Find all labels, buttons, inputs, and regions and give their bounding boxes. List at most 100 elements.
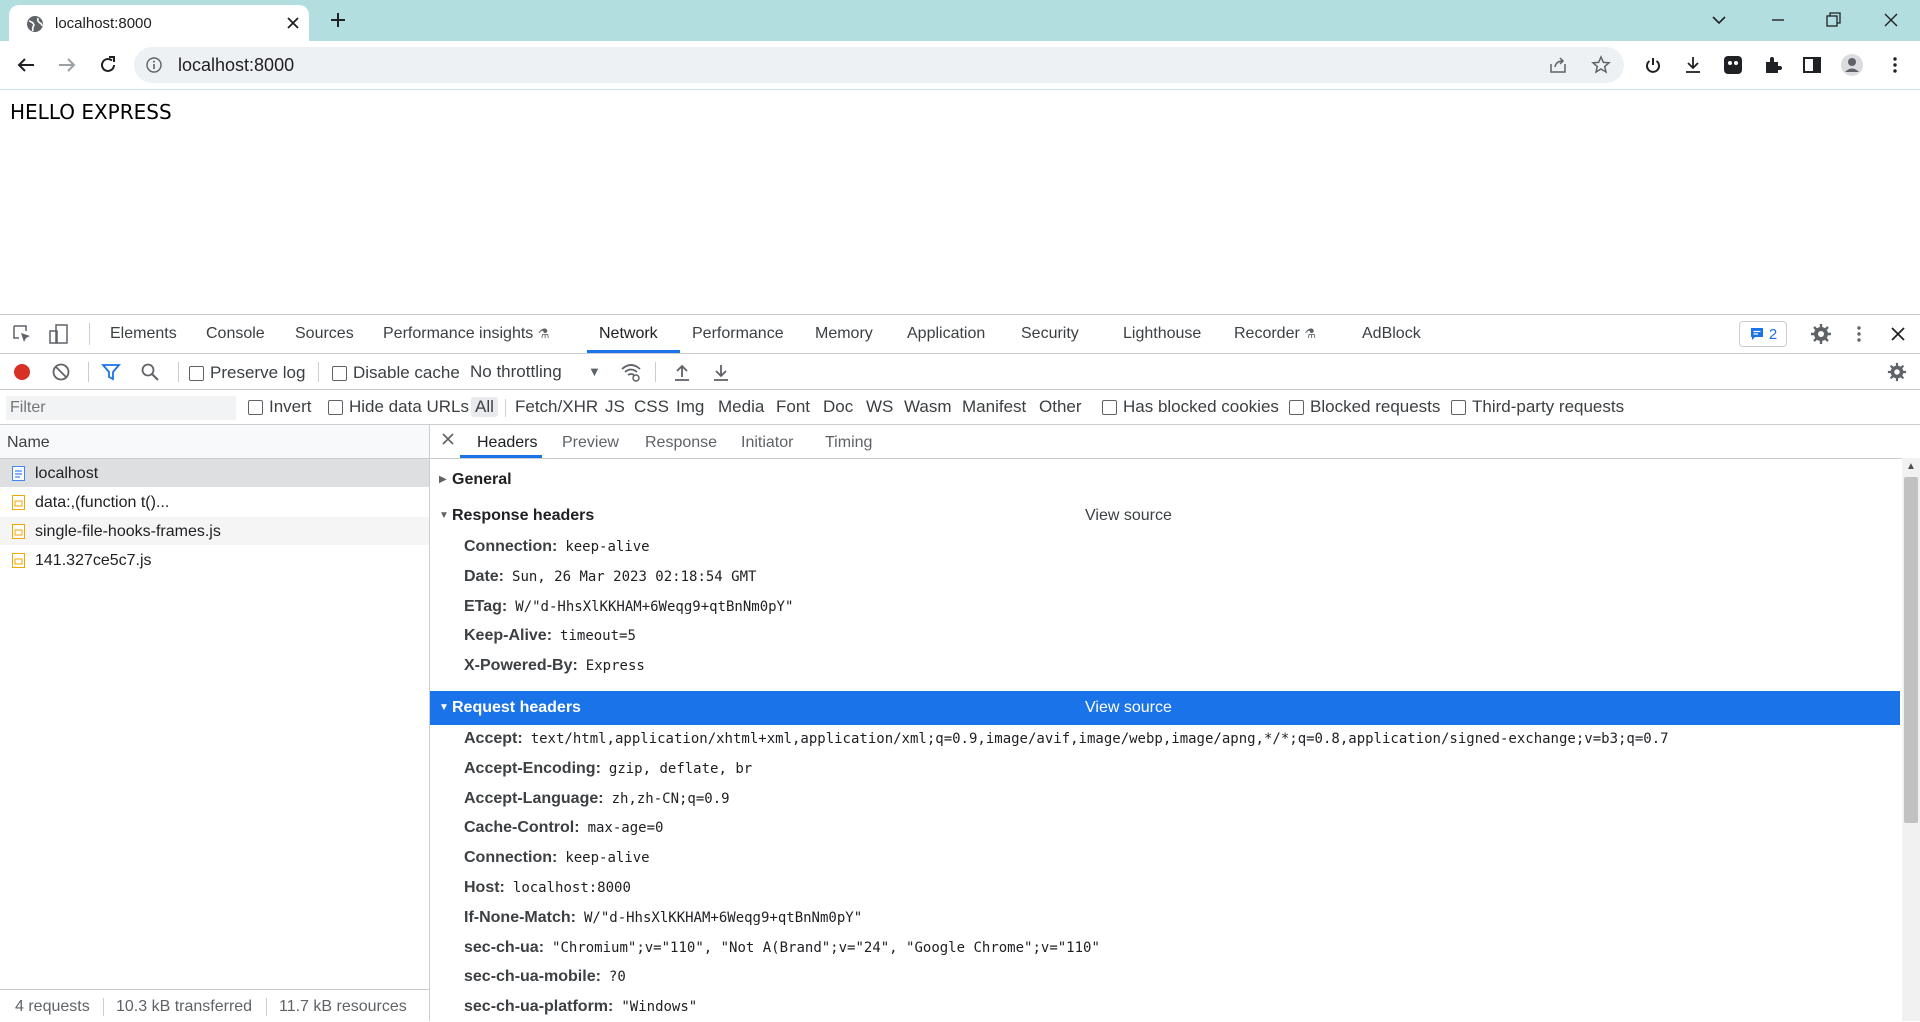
checkbox-box[interactable] [1289,399,1304,415]
tab-search-chevron-icon[interactable] [1707,8,1731,32]
browser-tab[interactable]: localhost:8000 [9,5,309,41]
share-icon[interactable] [1548,55,1568,75]
third-party-requests-checkbox[interactable]: Third-party requests [1451,397,1624,417]
profile-avatar-icon[interactable] [1840,53,1864,77]
filter-type-ws[interactable]: WS [866,397,893,417]
header-value: max-age=0 [587,820,664,836]
filter-type-js[interactable]: JS [605,397,625,417]
import-har-icon[interactable] [671,361,693,383]
search-icon[interactable] [139,361,161,383]
tab-timing[interactable]: Timing [825,434,872,452]
devtools-menu-icon[interactable] [1848,323,1870,345]
tab-sources[interactable]: Sources [295,325,354,343]
header-value: "Chromium";v="110", "Not A(Brand";v="24"… [552,940,1100,956]
request-headers-section-header[interactable]: ▼ Request headers View source [430,691,1900,725]
filter-type-fetch-xhr[interactable]: Fetch/XHR [515,397,598,417]
filter-type-doc[interactable]: Doc [823,397,853,417]
tab-adblock[interactable]: AdBlock [1362,325,1421,343]
side-panel-icon[interactable] [1800,53,1824,77]
view-source-link[interactable]: View source [1085,507,1172,525]
checkbox-box[interactable] [248,399,263,415]
tab-recorder[interactable]: Recorder ⚗ [1234,325,1316,343]
checkbox-box[interactable] [332,365,347,381]
settings-gear-icon[interactable] [1810,323,1832,345]
close-devtools-icon[interactable] [1887,323,1909,345]
filter-input[interactable] [6,396,236,420]
disable-cache-checkbox[interactable]: Disable cache [332,363,460,383]
tab-performance[interactable]: Performance [692,325,784,343]
filter-type-css[interactable]: CSS [634,397,669,417]
request-row[interactable]: data:,(function t()... [0,488,429,516]
back-arrow-icon[interactable] [14,53,38,77]
checkbox-box[interactable] [328,399,343,415]
tab-headers[interactable]: Headers [477,434,537,452]
name-column-header[interactable]: Name [0,425,429,459]
filter-funnel-icon[interactable] [100,361,122,383]
url-text[interactable]: localhost:8000 [178,55,1478,76]
tab-network[interactable]: Network [599,325,658,343]
checkbox-box[interactable] [1102,399,1117,415]
inspect-element-icon[interactable] [11,323,33,345]
scrollbar-thumb[interactable] [1904,477,1918,823]
response-headers-section-header[interactable]: ▼ Response headers View source [430,499,1900,533]
close-detail-icon[interactable] [440,431,456,447]
close-window-icon[interactable] [1879,8,1903,32]
reload-icon[interactable] [96,53,120,77]
puzzle-extensions-icon[interactable] [1761,53,1785,77]
scroll-up-arrow-icon[interactable]: ▲ [1906,461,1916,472]
general-section-header[interactable]: ▶ General [430,463,1900,497]
dropdown-caret-icon[interactable]: ▼ [588,364,601,379]
extension-app-icon[interactable] [1721,53,1745,77]
info-icon[interactable] [146,57,162,73]
tab-lighthouse[interactable]: Lighthouse [1123,325,1201,343]
invert-checkbox[interactable]: Invert [248,397,312,417]
filter-type-img[interactable]: Img [676,397,704,417]
blocked-requests-checkbox[interactable]: Blocked requests [1289,397,1440,417]
header-row: sec-ch-ua-mobile: ?0 [464,968,626,986]
request-row[interactable]: 141.327ce5c7.js [0,546,429,574]
checkbox-box[interactable] [1451,399,1466,415]
devtools-panel: Elements Console Sources Performance ins… [0,314,1920,1022]
tab-initiator[interactable]: Initiator [741,434,793,452]
download-icon[interactable] [1681,53,1705,77]
request-row[interactable]: localhost [0,459,429,487]
network-settings-gear-icon[interactable] [1886,361,1908,383]
filter-type-media[interactable]: Media [718,397,764,417]
tab-elements[interactable]: Elements [110,325,177,343]
tab-memory[interactable]: Memory [815,325,873,343]
filter-type-manifest[interactable]: Manifest [962,397,1026,417]
filter-type-other[interactable]: Other [1039,397,1082,417]
device-toolbar-icon[interactable] [48,323,70,345]
tab-performance-insights[interactable]: Performance insights ⚗ [383,325,549,343]
request-row[interactable]: single-file-hooks-frames.js [0,517,429,545]
power-icon[interactable] [1641,53,1665,77]
restore-icon[interactable] [1821,8,1845,32]
new-tab-icon[interactable] [327,9,349,31]
hide-data-urls-checkbox[interactable]: Hide data URLs [328,397,469,417]
expand-triangle-icon: ▶ [439,474,447,485]
throttling-select[interactable]: No throttling [470,362,562,382]
address-bar[interactable]: localhost:8000 [134,47,1624,83]
tab-response[interactable]: Response [645,434,717,452]
view-source-link[interactable]: View source [1085,699,1172,717]
filter-type-all[interactable]: All [471,397,498,417]
clear-icon[interactable] [50,361,72,383]
tab-application[interactable]: Application [907,325,985,343]
browser-menu-icon[interactable] [1883,53,1907,77]
has-blocked-cookies-checkbox[interactable]: Has blocked cookies [1102,397,1279,417]
network-conditions-wifi-icon[interactable] [620,361,642,383]
close-tab-icon[interactable] [285,15,301,31]
forward-arrow-icon[interactable] [55,53,79,77]
tab-console[interactable]: Console [206,325,265,343]
minimize-icon[interactable] [1766,8,1790,32]
checkbox-box[interactable] [189,365,204,381]
bookmark-star-icon[interactable] [1590,54,1612,76]
filter-type-font[interactable]: Font [776,397,810,417]
filter-type-wasm[interactable]: Wasm [904,397,952,417]
record-icon[interactable] [11,361,33,383]
tab-preview[interactable]: Preview [562,434,619,452]
tab-security[interactable]: Security [1021,325,1079,343]
export-har-icon[interactable] [710,361,732,383]
issues-counter-button[interactable]: 2 [1739,321,1787,347]
preserve-log-checkbox[interactable]: Preserve log [189,363,305,383]
